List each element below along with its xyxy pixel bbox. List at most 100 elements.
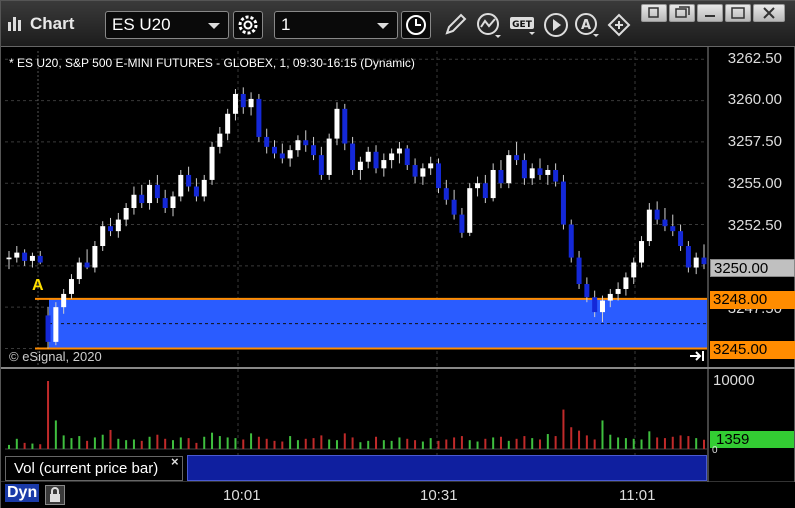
candle-body	[357, 161, 363, 170]
time-button[interactable]	[401, 11, 431, 39]
symbol-dropdown[interactable]: ES U20	[105, 11, 229, 39]
candle-body	[420, 168, 426, 177]
minimize-button[interactable]	[697, 4, 723, 22]
volume-bar	[257, 436, 260, 449]
volume-zero-label: 0	[712, 445, 718, 456]
volume-bar	[476, 441, 479, 449]
candle-body	[154, 184, 160, 199]
close-button[interactable]	[753, 4, 785, 22]
volume-bar	[304, 438, 307, 449]
volume-max-label: 10000	[713, 372, 755, 389]
candle-body	[365, 151, 371, 162]
volume-bar	[70, 438, 73, 449]
candle-body	[654, 209, 660, 220]
volume-bar	[468, 440, 471, 449]
close-study-icon[interactable]: ×	[171, 454, 179, 469]
interval-dropdown[interactable]: 1	[274, 11, 398, 39]
volume-study-label[interactable]: Vol (current price bar)	[5, 456, 183, 481]
volume-bar	[335, 440, 338, 449]
play-icon[interactable]	[542, 11, 570, 39]
candle-body	[318, 155, 324, 175]
auto-icon[interactable]: A	[573, 11, 601, 39]
svg-text:A: A	[581, 18, 591, 33]
candle-body	[311, 145, 317, 156]
candle-body	[131, 194, 137, 208]
volume-bar	[101, 434, 104, 449]
lock-icon[interactable]	[45, 485, 65, 505]
volume-bar	[343, 433, 346, 449]
chevron-down-icon	[377, 23, 389, 29]
candle-body	[108, 226, 114, 232]
volume-bar	[218, 436, 221, 449]
last-price-tag: 3250.00	[710, 259, 795, 277]
candle-body	[334, 108, 340, 139]
candle-body	[232, 93, 238, 114]
candle-body	[162, 198, 168, 208]
candle-body	[568, 224, 574, 258]
candle-body	[6, 257, 12, 260]
candle-body	[678, 231, 684, 247]
volume-bar	[601, 420, 604, 449]
time-tick: 11:01	[619, 487, 656, 504]
volume-bar	[242, 439, 245, 449]
volume-bar	[78, 436, 81, 449]
volume-bar	[54, 420, 57, 449]
volume-bar	[414, 440, 417, 449]
candle-body	[646, 209, 652, 242]
volume-bar	[562, 409, 565, 449]
candle-body	[115, 219, 121, 232]
candle-body	[490, 169, 496, 199]
candle-body	[639, 241, 645, 263]
candle-body	[76, 262, 82, 280]
volume-bar	[585, 435, 588, 449]
volume-bar	[609, 434, 612, 449]
volume-bar	[421, 441, 424, 449]
volume-bar	[281, 441, 284, 449]
get-icon[interactable]: GET	[509, 11, 537, 39]
volume-bar	[382, 440, 385, 449]
restore-button[interactable]	[669, 4, 695, 22]
dynamic-toggle[interactable]: Dyn	[5, 484, 40, 502]
candle-body	[685, 246, 691, 268]
volume-bar	[515, 438, 518, 449]
price-tick: 3252.50	[727, 217, 782, 234]
candle-body	[256, 98, 262, 137]
price-tick: 3255.00	[727, 175, 782, 192]
volume-bar	[179, 437, 182, 449]
price-chart[interactable]	[1, 47, 795, 508]
zone-lower-tag[interactable]: 3245.00	[710, 341, 795, 359]
share-icon[interactable]	[605, 11, 633, 39]
pencil-icon[interactable]	[441, 11, 469, 39]
candle-body	[592, 297, 598, 313]
chart-app-icon	[8, 17, 21, 31]
candle-body	[443, 188, 449, 200]
candle-body	[342, 108, 348, 144]
zone-layer	[35, 297, 707, 350]
candle-body	[29, 255, 35, 261]
volume-bar	[93, 437, 96, 449]
settings-button[interactable]	[233, 11, 263, 39]
minimize-icon	[705, 15, 715, 17]
alert-marker[interactable]: A	[32, 277, 44, 295]
volume-bar	[640, 439, 643, 449]
maximize-button[interactable]	[725, 4, 751, 22]
volume-bar	[570, 427, 573, 449]
volume-bar	[367, 440, 370, 449]
indicator-icon[interactable]	[475, 11, 503, 39]
pin-button[interactable]	[641, 4, 667, 22]
volume-bar	[226, 437, 229, 449]
candle-body	[326, 138, 332, 175]
volume-bar	[523, 436, 526, 449]
volume-bar	[492, 437, 495, 449]
candle-body	[147, 184, 153, 204]
volume-bar	[437, 440, 440, 449]
scroll-to-end-icon[interactable]	[689, 350, 705, 362]
candle-body	[545, 169, 551, 175]
zone-upper-tag[interactable]: 3248.00	[710, 291, 795, 309]
pin-icon	[648, 7, 659, 18]
candle-body	[623, 277, 629, 289]
candle-body	[279, 153, 285, 159]
copyright-label: © eSignal, 2020	[9, 349, 102, 364]
volume-bar	[578, 430, 581, 449]
volume-bar	[132, 439, 135, 449]
